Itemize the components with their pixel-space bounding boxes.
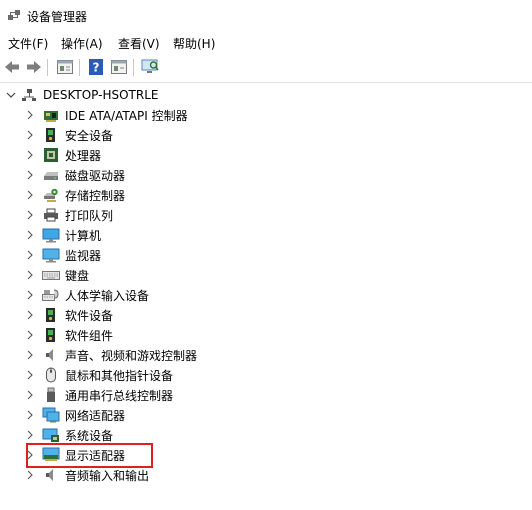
processor-icon: [42, 147, 60, 163]
chevron-right-icon[interactable]: [24, 109, 36, 121]
keyboard-icon: [42, 267, 60, 283]
monitor-icon: [42, 247, 60, 263]
system-device-icon: [42, 427, 60, 443]
chevron-right-icon[interactable]: [24, 389, 36, 401]
tree-item-label: 人体学输入设备: [65, 288, 150, 303]
tree-item-label: IDE ATA/ATAPI 控制器: [65, 108, 188, 123]
tree-item-label: 监视器: [65, 248, 102, 263]
toolbar: ?: [0, 54, 532, 81]
menu-bar: 文件(F) 操作(A) 查看(V) 帮助(H): [0, 31, 532, 53]
chevron-right-icon[interactable]: [24, 269, 36, 281]
tree-item-ide-controller[interactable]: IDE ATA/ATAPI 控制器: [24, 105, 188, 125]
toolbar-separator: [47, 59, 48, 76]
properties-icon[interactable]: [56, 58, 74, 76]
tree-item-keyboards[interactable]: 键盘: [24, 265, 89, 285]
chevron-right-icon[interactable]: [24, 349, 36, 361]
audio-io-icon: [42, 467, 60, 483]
tree-item-label: 通用串行总线控制器: [65, 388, 174, 403]
storage-controller-icon: [42, 187, 60, 203]
chevron-right-icon[interactable]: [24, 409, 36, 421]
tree-item-computer[interactable]: 计算机: [24, 225, 101, 245]
tree-item-label: 声音、视频和游戏控制器: [65, 348, 198, 363]
chevron-right-icon[interactable]: [24, 149, 36, 161]
tree-item-label: 安全设备: [65, 128, 114, 143]
scan-hardware-icon[interactable]: [141, 58, 159, 76]
tree-item-usb-controllers[interactable]: 通用串行总线控制器: [24, 385, 173, 405]
tree-item-software-components[interactable]: 软件组件: [24, 325, 113, 345]
tree-item-security-devices[interactable]: 安全设备: [24, 125, 113, 145]
chevron-right-icon[interactable]: [24, 209, 36, 221]
menu-action[interactable]: 操作(A): [61, 35, 103, 52]
tree-item-label: 鼠标和其他指针设备: [65, 368, 174, 383]
chevron-right-icon[interactable]: [24, 229, 36, 241]
tree-item-mice[interactable]: 鼠标和其他指针设备: [24, 365, 173, 385]
title-bar: 设备管理器: [0, 0, 532, 31]
chevron-right-icon[interactable]: [24, 289, 36, 301]
tree-item-label: 软件组件: [65, 328, 114, 343]
tree-item-label: 音频输入和输出: [65, 468, 150, 483]
tree-item-label: 处理器: [65, 148, 102, 163]
menu-view[interactable]: 查看(V): [118, 35, 160, 52]
disk-drive-icon: [42, 167, 60, 183]
tree-item-hid[interactable]: 人体学输入设备: [24, 285, 149, 305]
chevron-right-icon[interactable]: [24, 309, 36, 321]
tree-item-sound-video-game[interactable]: 声音、视频和游戏控制器: [24, 345, 197, 365]
tree-item-monitors[interactable]: 监视器: [24, 245, 101, 265]
tree-root-label: DESKTOP-HSOTRLE: [43, 88, 159, 102]
tree-item-software-devices[interactable]: 软件设备: [24, 305, 113, 325]
chevron-right-icon[interactable]: [24, 329, 36, 341]
window-title: 设备管理器: [27, 10, 88, 24]
highlight-box: [26, 443, 153, 468]
tree-item-label: 存储控制器: [65, 188, 126, 203]
back-icon[interactable]: [3, 58, 21, 76]
chevron-down-icon[interactable]: [5, 89, 17, 101]
update-driver-icon[interactable]: [110, 58, 128, 76]
chevron-right-icon[interactable]: [24, 129, 36, 141]
tree-item-label: 键盘: [65, 268, 90, 283]
tree-item-label: 磁盘驱动器: [65, 168, 126, 183]
device-manager-icon: [7, 8, 21, 22]
tree-item-storage-controllers[interactable]: 存储控制器: [24, 185, 125, 205]
printer-icon: [42, 207, 60, 223]
security-device-icon: [42, 127, 60, 143]
speaker-icon: [42, 347, 60, 363]
tree-item-print-queues[interactable]: 打印队列: [24, 205, 113, 225]
network-adapter-icon: [42, 407, 60, 423]
usb-icon: [42, 387, 60, 403]
software-component-icon: [42, 327, 60, 343]
chevron-right-icon[interactable]: [24, 429, 36, 441]
software-device-icon: [42, 307, 60, 323]
forward-icon[interactable]: [25, 58, 43, 76]
tree-item-label: 系统设备: [65, 428, 114, 443]
chevron-right-icon[interactable]: [24, 369, 36, 381]
menu-file[interactable]: 文件(F): [8, 35, 48, 52]
tree-item-label: 软件设备: [65, 308, 114, 323]
tree-item-network-adapters[interactable]: 网络适配器: [24, 405, 125, 425]
toolbar-divider: [0, 82, 532, 83]
tree-root[interactable]: DESKTOP-HSOTRLE: [5, 85, 158, 105]
tree-item-label: 打印队列: [65, 208, 114, 223]
tree-item-label: 计算机: [65, 228, 102, 243]
tree-item-audio-io[interactable]: 音频输入和输出: [24, 465, 149, 485]
tree-item-processors[interactable]: 处理器: [24, 145, 101, 165]
tree-item-disk-drives[interactable]: 磁盘驱动器: [24, 165, 125, 185]
mouse-icon: [42, 367, 60, 383]
toolbar-separator: [79, 59, 80, 76]
computer-icon: [42, 227, 60, 243]
toolbar-separator: [133, 59, 134, 76]
chevron-right-icon[interactable]: [24, 169, 36, 181]
help-icon[interactable]: ?: [87, 58, 105, 76]
chevron-right-icon[interactable]: [24, 249, 36, 261]
tree-item-system-devices[interactable]: 系统设备: [24, 425, 113, 445]
svg-text:?: ?: [93, 61, 100, 75]
tree-item-label: 网络适配器: [65, 408, 126, 423]
computer-network-icon: [20, 87, 38, 103]
menu-help[interactable]: 帮助(H): [173, 35, 215, 52]
chevron-right-icon[interactable]: [24, 469, 36, 481]
hid-icon: [42, 287, 60, 303]
ide-controller-icon: [42, 107, 60, 123]
chevron-right-icon[interactable]: [24, 189, 36, 201]
